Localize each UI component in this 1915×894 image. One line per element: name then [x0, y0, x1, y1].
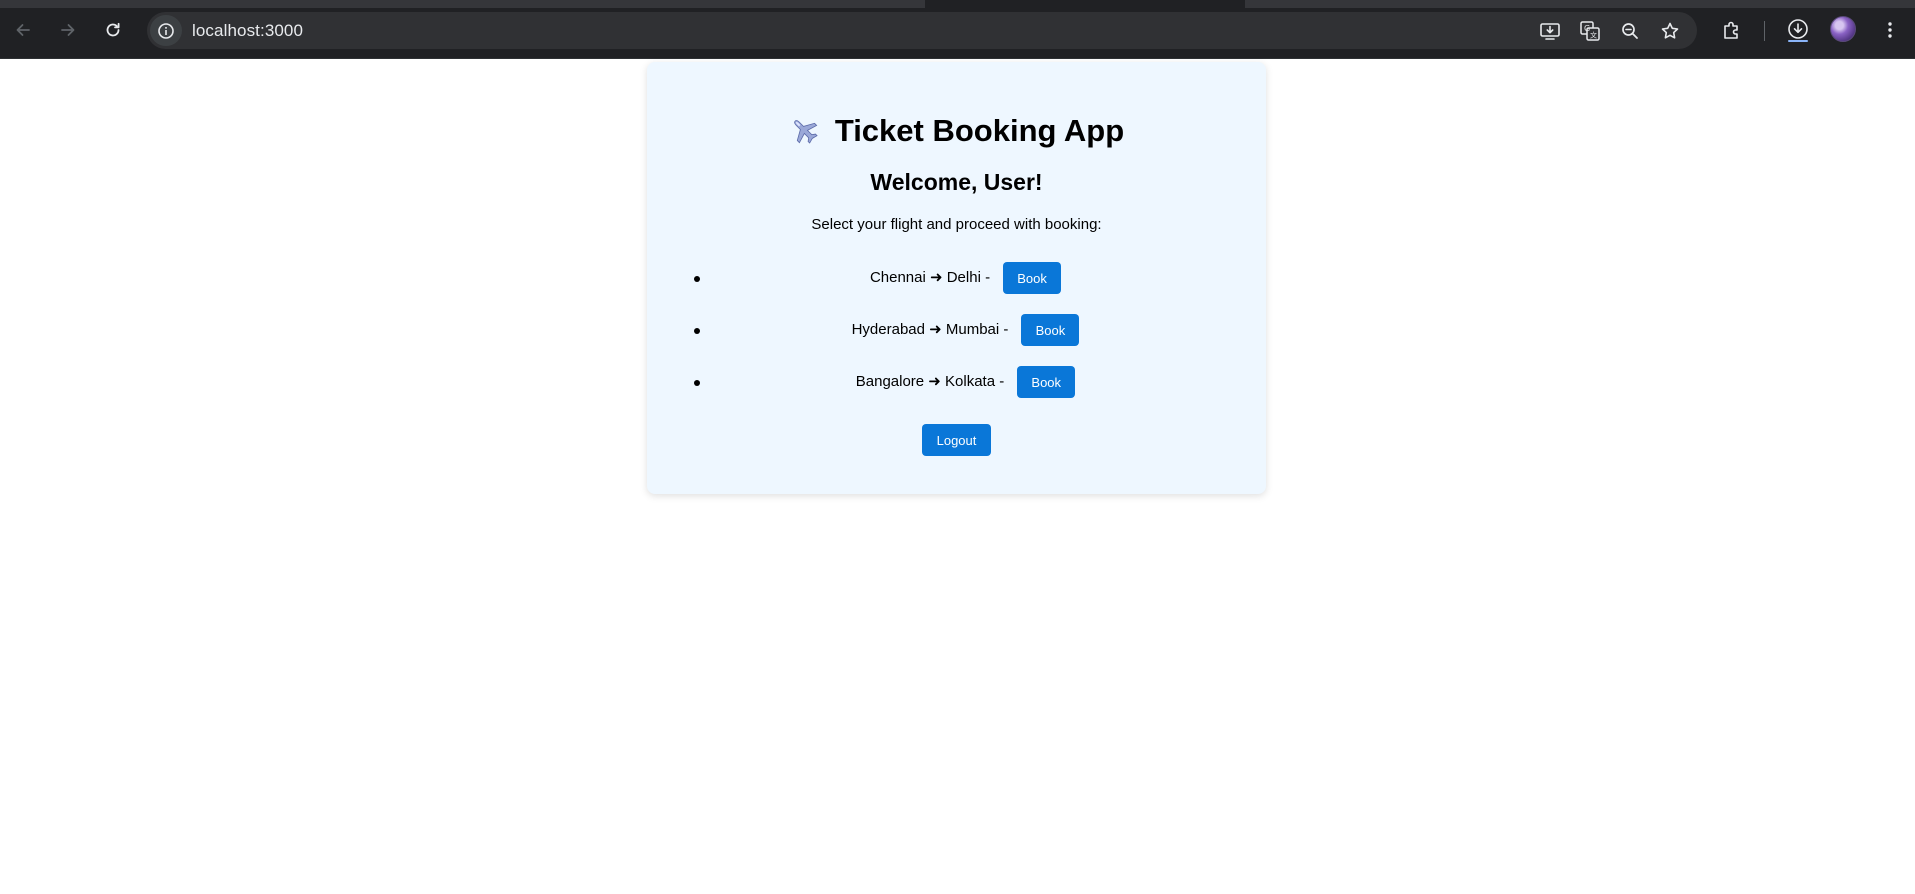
airplane-icon — [789, 115, 821, 147]
flight-route: Chennai ➜ Delhi - — [869, 269, 991, 286]
book-button[interactable]: Book — [1021, 314, 1080, 346]
zoom-out-icon — [1622, 23, 1638, 39]
flight-list-item: Chennai ➜ Delhi - Book — [647, 252, 1266, 304]
flight-list-item: Hyderabad ➜ Mumbai - Book — [647, 304, 1266, 356]
toolbar-divider — [1764, 21, 1765, 41]
translate-icon: G 文 — [1580, 21, 1600, 41]
app-title: Ticket Booking App — [647, 113, 1266, 149]
extensions-button[interactable] — [1717, 15, 1747, 45]
install-app-button[interactable] — [1536, 17, 1564, 45]
tab-strip — [0, 0, 1915, 8]
logout-button[interactable]: Logout — [922, 424, 991, 456]
svg-text:文: 文 — [1590, 31, 1597, 40]
profile-avatar[interactable] — [1830, 16, 1856, 42]
flight-route: Bangalore ➜ Kolkata - — [855, 373, 1005, 390]
list-bullet — [694, 276, 700, 282]
reload-icon — [106, 22, 120, 37]
browser-menu-button[interactable] — [1875, 15, 1905, 45]
list-bullet — [694, 380, 700, 386]
kebab-menu-icon — [1888, 22, 1892, 38]
star-icon — [1661, 22, 1679, 39]
arrow-right-icon — [61, 24, 75, 36]
book-button[interactable]: Book — [1017, 366, 1076, 398]
url-text[interactable]: localhost:3000 — [192, 21, 303, 40]
welcome-heading: Welcome, User! — [870, 169, 1043, 195]
downloads-button[interactable] — [1783, 15, 1813, 45]
info-icon — [158, 22, 174, 39]
bookmark-button[interactable] — [1656, 17, 1684, 45]
reload-button[interactable] — [98, 15, 128, 45]
list-bullet — [694, 328, 700, 334]
puzzle-icon — [1724, 21, 1738, 39]
zoom-button[interactable] — [1616, 17, 1644, 45]
page-viewport: Ticket Booking App Welcome, User! Select… — [0, 59, 1915, 894]
app-title-text: Ticket Booking App — [834, 113, 1125, 148]
arrow-left-icon — [16, 24, 30, 36]
flight-list: Chennai ➜ Delhi - Book Hyderabad ➜ Mumba… — [647, 252, 1266, 408]
download-icon — [1788, 19, 1808, 42]
back-button[interactable] — [8, 15, 38, 45]
browser-toolbar: localhost:3000 G 文 — [0, 0, 1915, 59]
site-info-button[interactable] — [150, 15, 182, 46]
book-button[interactable]: Book — [1003, 262, 1062, 294]
active-tab[interactable] — [925, 0, 1245, 8]
forward-button[interactable] — [53, 15, 83, 45]
translate-button[interactable]: G 文 — [1576, 17, 1604, 45]
booking-card: Ticket Booking App Welcome, User! Select… — [647, 62, 1266, 494]
instructions-text: Select your flight and proceed with book… — [811, 216, 1102, 233]
address-bar[interactable]: localhost:3000 G 文 — [147, 12, 1697, 49]
flight-route: Hyderabad ➜ Mumbai - — [851, 321, 1009, 338]
install-app-icon — [1540, 23, 1560, 40]
flight-list-item: Bangalore ➜ Kolkata - Book — [647, 356, 1266, 408]
